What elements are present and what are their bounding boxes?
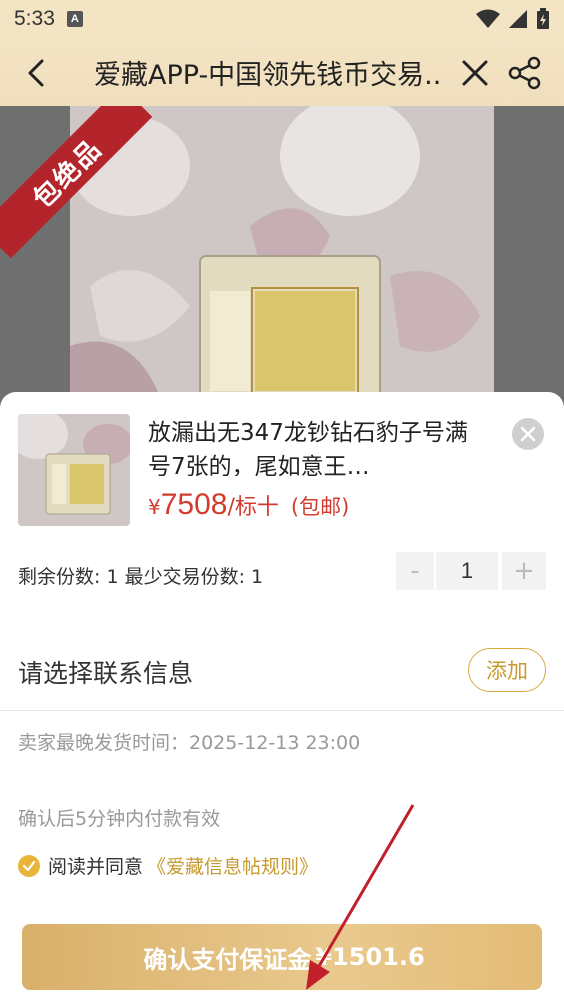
- rules-link[interactable]: 《爱藏信息帖规则》: [147, 852, 318, 879]
- wifi-icon: [476, 9, 500, 28]
- agreement-row[interactable]: 阅读并同意 《爱藏信息帖规则》: [18, 852, 318, 879]
- status-time: 5:33: [14, 7, 55, 30]
- thumbnail-image: [18, 414, 130, 526]
- product-photo: 包绝品: [0, 106, 564, 406]
- signal-icon: [509, 10, 527, 28]
- close-icon[interactable]: [460, 58, 490, 88]
- price-unit: /标十: [227, 495, 279, 520]
- price-value: 7508: [160, 488, 228, 521]
- quantity-row: 剩余份数: 1 最少交易份数: 1 - 1 +: [0, 552, 564, 598]
- remaining-label: 剩余份数: 1 最少交易份数: 1: [18, 566, 264, 588]
- quantity-plus-button[interactable]: +: [502, 552, 546, 590]
- ship-time: 卖家最晚发货时间：2025-12-13 23:00: [18, 732, 361, 754]
- divider: [0, 710, 564, 711]
- pay-button-label: 确认支付保证金: [143, 945, 312, 974]
- page-title: 爱藏APP-中国领先钱币交易..: [94, 60, 442, 91]
- contact-card: 请选择联系信息 添加 卖家最晚发货时间：2025-12-13 23:00: [0, 624, 564, 766]
- product-title: 放漏出无347龙钞钻石豹子号满号7张的，尾如意王…: [148, 420, 468, 476]
- price-symbol: ¥: [148, 495, 161, 519]
- close-sheet-button[interactable]: [512, 418, 544, 450]
- nav-bar: 爱藏APP-中国领先钱币交易..: [0, 38, 564, 106]
- pay-deposit-button[interactable]: 确认支付保证金 ¥1501.6: [22, 924, 542, 990]
- add-contact-button[interactable]: 添加: [468, 648, 546, 692]
- shipping-label: (包邮): [290, 495, 350, 519]
- fabric-pattern: [70, 106, 480, 406]
- status-bar: 5:33 A: [0, 0, 564, 38]
- contact-label[interactable]: 请选择联系信息: [18, 654, 193, 690]
- share-icon[interactable]: [508, 56, 542, 90]
- back-icon[interactable]: [22, 58, 52, 88]
- payment-note: 确认后5分钟内付款有效: [18, 808, 221, 830]
- price-row: ¥ 7508 /标十 (包邮): [148, 488, 349, 522]
- close-icon: [520, 426, 536, 442]
- quantity-value[interactable]: 1: [436, 552, 498, 590]
- check-icon[interactable]: [18, 854, 40, 877]
- battery-icon: [537, 8, 549, 29]
- pay-button-amount: ¥1501.6: [315, 943, 425, 971]
- product-thumbnail: [18, 414, 130, 526]
- status-icons: [476, 8, 550, 30]
- notification-icon: A: [66, 11, 83, 27]
- quantity-minus-button[interactable]: -: [396, 552, 434, 590]
- photo-background: [70, 106, 494, 406]
- confirm-card: 确认后5分钟内付款有效 阅读并同意 《爱藏信息帖规则》: [0, 776, 564, 896]
- agree-text: 阅读并同意: [48, 856, 144, 878]
